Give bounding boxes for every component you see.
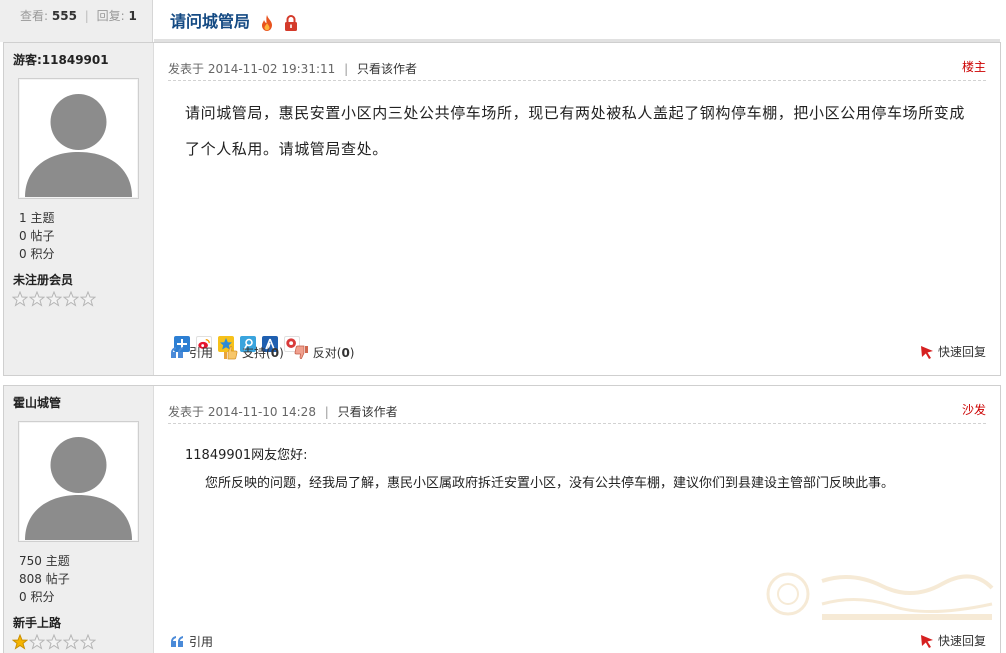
reply-arrow-icon	[920, 634, 933, 648]
thread-header: 查看: 555 | 回复: 1 请问城管局	[0, 0, 1006, 42]
oppose-count: 0	[341, 346, 350, 360]
post-main: 发表于 2014-11-02 19:31:11 | 只看该作者 楼主 请问城管局…	[155, 43, 1000, 375]
post-1: 游客:11849901 1 主题 0 帖子 0 积分 未注册会员 发表于 201…	[3, 42, 1001, 376]
post-2: 霍山城管 750 主题 808 帖子 0 积分 新手上路 发表于 2014-11…	[3, 385, 1001, 653]
post-time: 发表于 2014-11-02 19:31:11	[168, 62, 336, 76]
reply-greeting: 11849901网友您好:	[185, 448, 308, 463]
rank-stars	[12, 291, 96, 307]
thread-title[interactable]: 请问城管局	[170, 8, 250, 32]
author-sidebar: 游客:11849901 1 主题 0 帖子 0 积分 未注册会员	[4, 43, 154, 375]
author-sidebar: 霍山城管 750 主题 808 帖子 0 积分 新手上路	[4, 386, 154, 653]
only-author-link[interactable]: 只看该作者	[357, 62, 417, 76]
meta-divider-line	[168, 423, 986, 424]
hot-fire-icon	[262, 15, 272, 31]
post-actions: 引用 支持(0) 反对(0)	[170, 344, 354, 361]
quick-reply-button[interactable]: 快速回复	[919, 632, 986, 649]
default-avatar-icon	[20, 423, 137, 540]
posts-count[interactable]: 0 帖子	[19, 227, 54, 244]
thumbs-up-icon	[224, 346, 238, 360]
post-meta: 发表于 2014-11-02 19:31:11 | 只看该作者	[168, 60, 417, 77]
quote-icon	[171, 347, 183, 358]
topics-count[interactable]: 750 主题	[19, 552, 70, 569]
post-main: 发表于 2014-11-10 14:28 | 只看该作者 沙发 11849901…	[155, 386, 1000, 653]
quick-reply-button[interactable]: 快速回复	[919, 343, 986, 360]
support-count: 0	[270, 346, 280, 360]
star-empty-icon	[63, 634, 79, 650]
thread-title-bar: 请问城管局	[154, 0, 1000, 42]
topics-count[interactable]: 1 主题	[19, 209, 54, 226]
author-name[interactable]: 霍山城管	[13, 394, 61, 411]
quote-label: 引用	[189, 346, 214, 360]
views-count: 555	[51, 9, 77, 23]
star-empty-icon	[80, 634, 96, 650]
post-content: 您所反映的问题，经我局了解，惠民小区属政府拆迁安置小区，没有公共停车棚，建议你们…	[205, 476, 895, 491]
thread-stats-panel: 查看: 555 | 回复: 1	[0, 0, 153, 42]
rank-stars	[12, 634, 96, 650]
star-empty-icon	[29, 291, 45, 307]
oppose-button[interactable]: 反对(0)	[294, 344, 355, 361]
support-button[interactable]: 支持(0)	[223, 344, 284, 361]
support-text: 支持(0)	[242, 346, 284, 360]
meta-divider: |	[324, 405, 329, 419]
user-rank: 新手上路	[13, 616, 62, 630]
thumbs-down-icon	[294, 345, 308, 359]
oppose-text: 反对(0)	[312, 346, 355, 360]
points-count[interactable]: 0 积分	[19, 245, 54, 262]
quote-label: 引用	[189, 635, 214, 649]
user-rank: 未注册会员	[13, 273, 74, 287]
star-empty-icon	[12, 291, 28, 307]
default-avatar-icon	[20, 80, 137, 197]
replies-count: 1	[128, 9, 137, 23]
quote-button[interactable]: 引用	[170, 344, 213, 361]
meta-divider: |	[344, 62, 349, 76]
star-empty-icon	[80, 291, 96, 307]
floor-label[interactable]: 楼主	[962, 58, 986, 75]
author-name[interactable]: 游客:11849901	[13, 51, 109, 68]
star-filled-icon	[12, 634, 28, 650]
stats-divider: |	[84, 9, 89, 23]
meta-divider-line	[168, 80, 986, 81]
quote-icon	[171, 636, 183, 647]
posts-count[interactable]: 808 帖子	[19, 570, 70, 587]
avatar[interactable]	[18, 421, 139, 542]
only-author-link[interactable]: 只看该作者	[338, 405, 398, 419]
reply-arrow-icon	[920, 345, 933, 359]
star-empty-icon	[46, 634, 62, 650]
floor-label[interactable]: 沙发	[962, 401, 986, 418]
avatar[interactable]	[18, 78, 139, 199]
star-empty-icon	[29, 634, 45, 650]
quick-reply-label: 快速回复	[937, 634, 986, 648]
points-count[interactable]: 0 积分	[19, 588, 54, 605]
post-time: 发表于 2014-11-10 14:28	[168, 405, 316, 419]
replies-label: 回复:	[96, 9, 125, 23]
post-content: 请问城管局，惠民安置小区内三处公共停车场所，现已有两处被私人盖起了钢构停车棚，把…	[185, 104, 966, 158]
star-empty-icon	[63, 291, 79, 307]
lock-icon	[285, 15, 297, 31]
quick-reply-label: 快速回复	[937, 345, 986, 359]
quote-button[interactable]: 引用	[170, 633, 213, 650]
views-label: 查看:	[20, 9, 49, 23]
star-empty-icon	[46, 291, 62, 307]
post-actions: 引用	[170, 633, 213, 650]
post-meta: 发表于 2014-11-10 14:28 | 只看该作者	[168, 403, 398, 420]
thread-stats: 查看: 555 | 回复: 1	[20, 7, 137, 24]
